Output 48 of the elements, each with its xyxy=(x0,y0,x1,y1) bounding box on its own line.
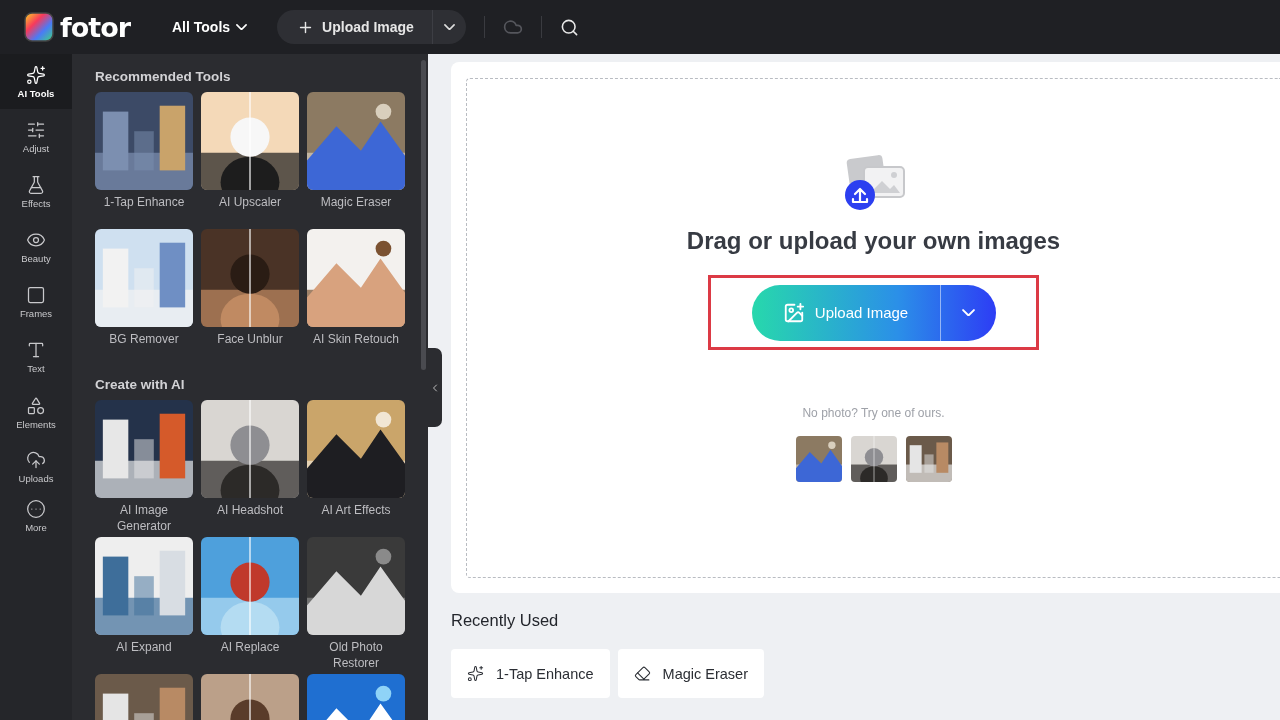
rail-icon xyxy=(26,174,46,195)
rail-icon xyxy=(26,396,46,416)
rail-tab[interactable]: Uploads xyxy=(0,441,72,493)
upload-heading: Drag or upload your own images xyxy=(686,227,1061,255)
all-tools-menu[interactable]: All Tools xyxy=(172,13,248,41)
rail-tab[interactable]: Beauty xyxy=(0,219,72,274)
rail-tab[interactable]: More xyxy=(0,493,72,538)
rail-tab[interactable]: Text xyxy=(0,329,72,385)
section-title: Recently Used xyxy=(451,611,560,630)
scrollbar[interactable] xyxy=(421,60,426,370)
tool-label[interactable]: AI Art Effects xyxy=(306,502,406,534)
tool-label[interactable]: 1-Tap Enhance xyxy=(94,194,194,226)
tool-label[interactable]: AI Expand xyxy=(94,639,194,671)
tool-label[interactable]: AI Upscaler xyxy=(200,194,300,226)
rail-tab[interactable]: Effects xyxy=(0,164,72,219)
chevron-down-icon xyxy=(236,23,248,31)
rail-icon xyxy=(26,498,46,519)
rail-icon xyxy=(26,284,46,305)
tool-label[interactable]: AI Headshot xyxy=(200,502,300,534)
logo-text[interactable]: fotor xyxy=(60,11,131,43)
tool-label[interactable]: Face Unblur xyxy=(200,331,300,363)
tool-label[interactable]: Old Photo Restorer xyxy=(306,639,406,671)
recent-tool-chip[interactable]: Magic Eraser xyxy=(617,649,764,698)
rail-tab[interactable]: Adjust xyxy=(0,109,72,164)
rail-tab[interactable]: Elements xyxy=(0,385,72,441)
sparkle-icon xyxy=(467,665,484,682)
collapse-handle[interactable] xyxy=(428,348,442,427)
rail-icon xyxy=(26,450,46,470)
rail-icon xyxy=(26,64,46,85)
section-title: Recommended Tools xyxy=(95,69,232,84)
tool-label[interactable]: Magic Eraser xyxy=(306,194,406,226)
section-title: Create with AI xyxy=(95,377,186,392)
rail-tab[interactable]: AI Tools xyxy=(0,54,72,109)
tool-label[interactable]: AI Replace xyxy=(200,639,300,671)
recent-tool-chip[interactable]: 1-Tap Enhance xyxy=(451,649,610,698)
logo-icon xyxy=(24,12,54,42)
tool-label[interactable]: BG Remover xyxy=(94,331,194,363)
tool-label[interactable]: AI Image Generator xyxy=(94,502,194,534)
chevron-down-icon xyxy=(443,23,455,31)
rail-tab[interactable]: Frames xyxy=(0,274,72,329)
chevron-down-icon xyxy=(961,308,975,317)
rail-icon xyxy=(26,340,46,360)
eraser-icon xyxy=(633,665,651,682)
tool-label[interactable]: AI Skin Retouch xyxy=(306,331,406,363)
sample-hint: No photo? Try one of ours. xyxy=(802,406,945,420)
search-icon[interactable] xyxy=(559,17,579,37)
rail-icon xyxy=(26,119,46,140)
image-plus-icon xyxy=(782,301,805,324)
